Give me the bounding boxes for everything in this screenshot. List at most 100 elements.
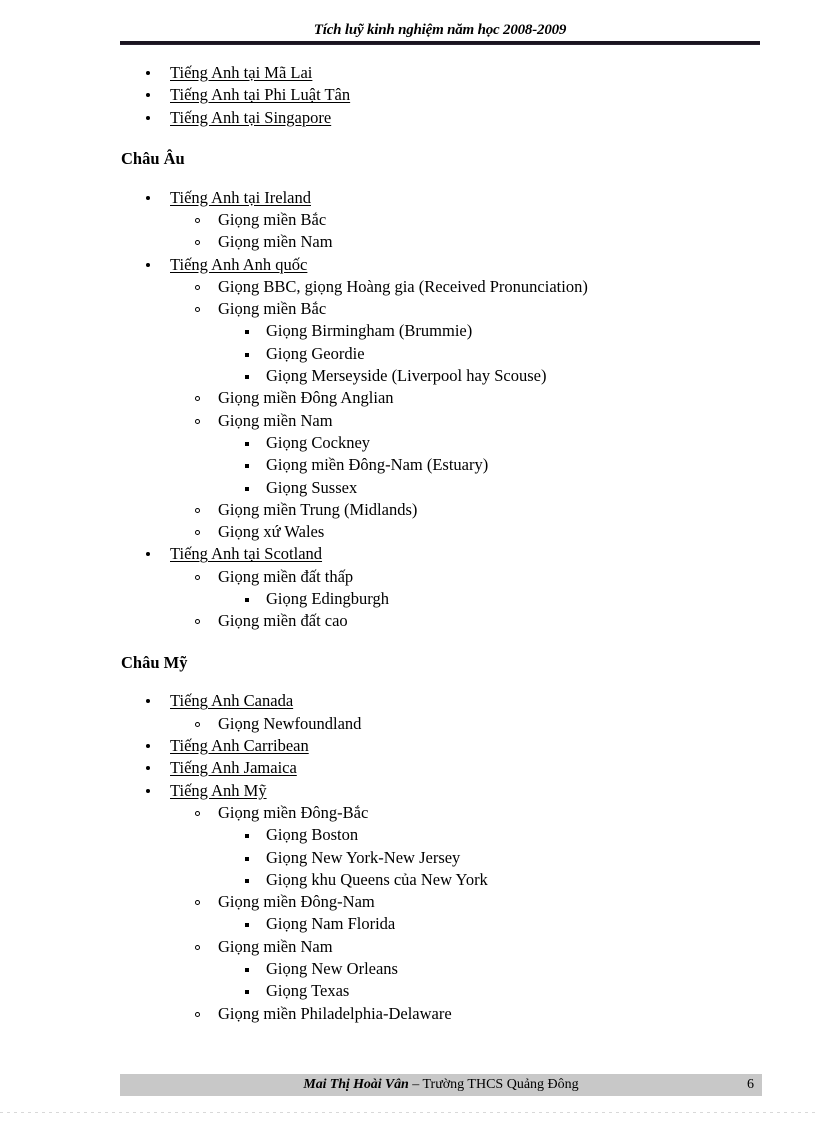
link-label[interactable]: Tiếng Anh Jamaica: [170, 757, 297, 779]
list-item[interactable]: Tiếng Anh tại Singapore: [0, 107, 816, 129]
list-item[interactable]: Tiếng Anh Jamaica: [0, 757, 816, 779]
bullet-square-icon: [245, 878, 249, 883]
page-number: 6: [747, 1077, 754, 1092]
list-item[interactable]: Giọng miền Bắc: [0, 209, 816, 231]
link-label[interactable]: Tiếng Anh tại Phi Luật Tân: [170, 84, 350, 106]
list-item[interactable]: Giọng miền Trung (Midlands): [0, 499, 816, 521]
list-item-label: Giọng Merseyside (Liverpool hay Scouse): [266, 366, 547, 386]
list-item[interactable]: Giọng xứ Wales: [0, 521, 816, 543]
bullet-square-icon: [245, 464, 249, 469]
link-label[interactable]: Tiếng Anh Canada: [170, 690, 293, 712]
link-label[interactable]: Tiếng Anh Carribean: [170, 735, 309, 757]
bullet-disc-icon: [146, 195, 150, 200]
link-label[interactable]: Tiếng Anh Mỹ: [170, 780, 267, 802]
list-item[interactable]: Giọng miền Nam: [0, 410, 816, 432]
uk-south-sublist: Giọng Cockney Giọng miền Đông-Nam (Estua…: [0, 432, 816, 499]
list-item[interactable]: Giọng Merseyside (Liverpool hay Scouse): [0, 365, 816, 387]
list-item[interactable]: Giọng miền Philadelphia-Delaware: [0, 1003, 816, 1025]
list-item[interactable]: Tiếng Anh Mỹ: [0, 780, 816, 802]
list-item[interactable]: Giọng Newfoundland: [0, 713, 816, 735]
bullet-circle-icon: [195, 900, 200, 906]
list-item[interactable]: Giọng Nam Florida: [0, 913, 816, 935]
page-footer: Mai Thị Hoài Vân – Trường THCS Quảng Đôn…: [120, 1074, 762, 1096]
bullet-disc-icon: [146, 93, 150, 98]
asia-list: Tiếng Anh tại Mã Lai Tiếng Anh tại Phi L…: [0, 62, 816, 129]
list-item[interactable]: Giọng miền Đông-Nam (Estuary): [0, 454, 816, 476]
scan-bottom-edge: [0, 1112, 816, 1113]
footer-text: Mai Thị Hoài Vân – Trường THCS Quảng Đôn…: [120, 1074, 762, 1096]
list-item[interactable]: Giọng miền đất thấp: [0, 566, 816, 588]
bullet-square-icon: [245, 375, 249, 380]
list-item[interactable]: Giọng Geordie: [0, 343, 816, 365]
bullet-square-icon: [245, 834, 249, 839]
list-item[interactable]: Tiếng Anh tại Ireland: [0, 187, 816, 209]
list-item-label: Giọng miền Đông Anglian: [218, 388, 394, 408]
link-label[interactable]: Tiếng Anh Anh quốc: [170, 254, 307, 276]
bullet-circle-icon: [195, 418, 200, 424]
list-item[interactable]: Tiếng Anh tại Mã Lai: [0, 62, 816, 84]
list-item-label: Giọng miền Trung (Midlands): [218, 499, 418, 519]
list-item[interactable]: Giọng BBC, giọng Hoàng gia (Received Pro…: [0, 276, 816, 298]
list-item-label: Giọng miền Nam: [218, 410, 333, 430]
footer-school: – Trường THCS Quảng Đông: [408, 1077, 579, 1092]
list-item-label: Giọng New York-New Jersey: [266, 847, 461, 867]
list-item[interactable]: Giọng miền Đông-Nam: [0, 891, 816, 913]
list-item-label: Giọng New Orleans: [266, 958, 398, 978]
bullet-circle-icon: [195, 944, 200, 950]
scotland-sublist: Giọng miền đất thấp Giọng Edingburgh Giọ…: [0, 566, 816, 633]
list-item[interactable]: Tiếng Anh Canada: [0, 690, 816, 712]
list-item-label: Giọng Newfoundland: [218, 713, 362, 733]
list-item-label: Giọng Boston: [266, 825, 359, 845]
bullet-disc-icon: [146, 115, 150, 120]
list-item[interactable]: Giọng miền Nam: [0, 231, 816, 253]
list-item[interactable]: Giọng Texas: [0, 980, 816, 1002]
canada-sublist: Giọng Newfoundland: [0, 713, 816, 735]
list-item[interactable]: Giọng Edingburgh: [0, 588, 816, 610]
list-item-label: Giọng miền Đông-Bắc: [218, 802, 369, 822]
list-item[interactable]: Tiếng Anh tại Scotland: [0, 543, 816, 565]
list-item-label: Giọng miền Bắc: [218, 299, 327, 319]
list-item-label: Giọng Cockney: [266, 432, 371, 452]
usa-south-sublist: Giọng New Orleans Giọng Texas: [0, 958, 816, 1003]
bullet-circle-icon: [195, 507, 200, 513]
link-label[interactable]: Tiếng Anh tại Scotland: [170, 543, 322, 565]
europe-list: Tiếng Anh tại Ireland Giọng miền Bắc Giọ…: [0, 187, 816, 633]
bullet-square-icon: [245, 441, 249, 446]
list-item[interactable]: Giọng miền Bắc: [0, 298, 816, 320]
bullet-disc-icon: [146, 262, 150, 267]
list-item[interactable]: Giọng miền đất cao: [0, 610, 816, 632]
list-item[interactable]: Giọng miền Đông Anglian: [0, 387, 816, 409]
list-item-label: Giọng miền Philadelphia-Delaware: [218, 1003, 452, 1023]
list-item[interactable]: Tiếng Anh Carribean: [0, 735, 816, 757]
document-page: Tích luỹ kinh nghiệm năm học 2008-2009 T…: [0, 0, 816, 1123]
list-item[interactable]: Tiếng Anh Anh quốc: [0, 254, 816, 276]
bullet-disc-icon: [146, 766, 150, 771]
list-item[interactable]: Giọng Boston: [0, 824, 816, 846]
bullet-circle-icon: [195, 810, 200, 816]
list-item-label: Giọng miền Đông-Nam (Estuary): [266, 455, 489, 475]
list-item-label: Giọng xứ Wales: [218, 522, 325, 542]
link-label[interactable]: Tiếng Anh tại Ireland: [170, 187, 311, 209]
link-label[interactable]: Tiếng Anh tại Singapore: [170, 107, 331, 129]
list-item[interactable]: Giọng Birmingham (Brummie): [0, 320, 816, 342]
list-item[interactable]: Giọng miền Nam: [0, 936, 816, 958]
list-item[interactable]: Giọng New York-New Jersey: [0, 847, 816, 869]
list-item[interactable]: Giọng Sussex: [0, 477, 816, 499]
bullet-disc-icon: [146, 699, 150, 704]
bullet-circle-icon: [195, 217, 200, 223]
ireland-sublist: Giọng miền Bắc Giọng miền Nam: [0, 209, 816, 254]
bullet-square-icon: [245, 330, 249, 335]
bullet-square-icon: [245, 486, 249, 491]
bullet-circle-icon: [195, 284, 200, 290]
header-title: Tích luỹ kinh nghiệm năm học 2008-2009: [313, 22, 567, 38]
list-item-label: Giọng miền đất cao: [218, 611, 348, 631]
bullet-disc-icon: [146, 71, 150, 75]
list-item[interactable]: Giọng New Orleans: [0, 958, 816, 980]
section-heading-europe: Châu Âu: [121, 148, 185, 168]
list-item[interactable]: Giọng Cockney: [0, 432, 816, 454]
list-item[interactable]: Giọng miền Đông-Bắc: [0, 802, 816, 824]
list-item[interactable]: Giọng khu Queens của New York: [0, 869, 816, 891]
list-item[interactable]: Tiếng Anh tại Phi Luật Tân: [0, 84, 816, 106]
link-label[interactable]: Tiếng Anh tại Mã Lai: [170, 62, 312, 84]
uk-north-sublist: Giọng Birmingham (Brummie) Giọng Geordie…: [0, 320, 816, 387]
